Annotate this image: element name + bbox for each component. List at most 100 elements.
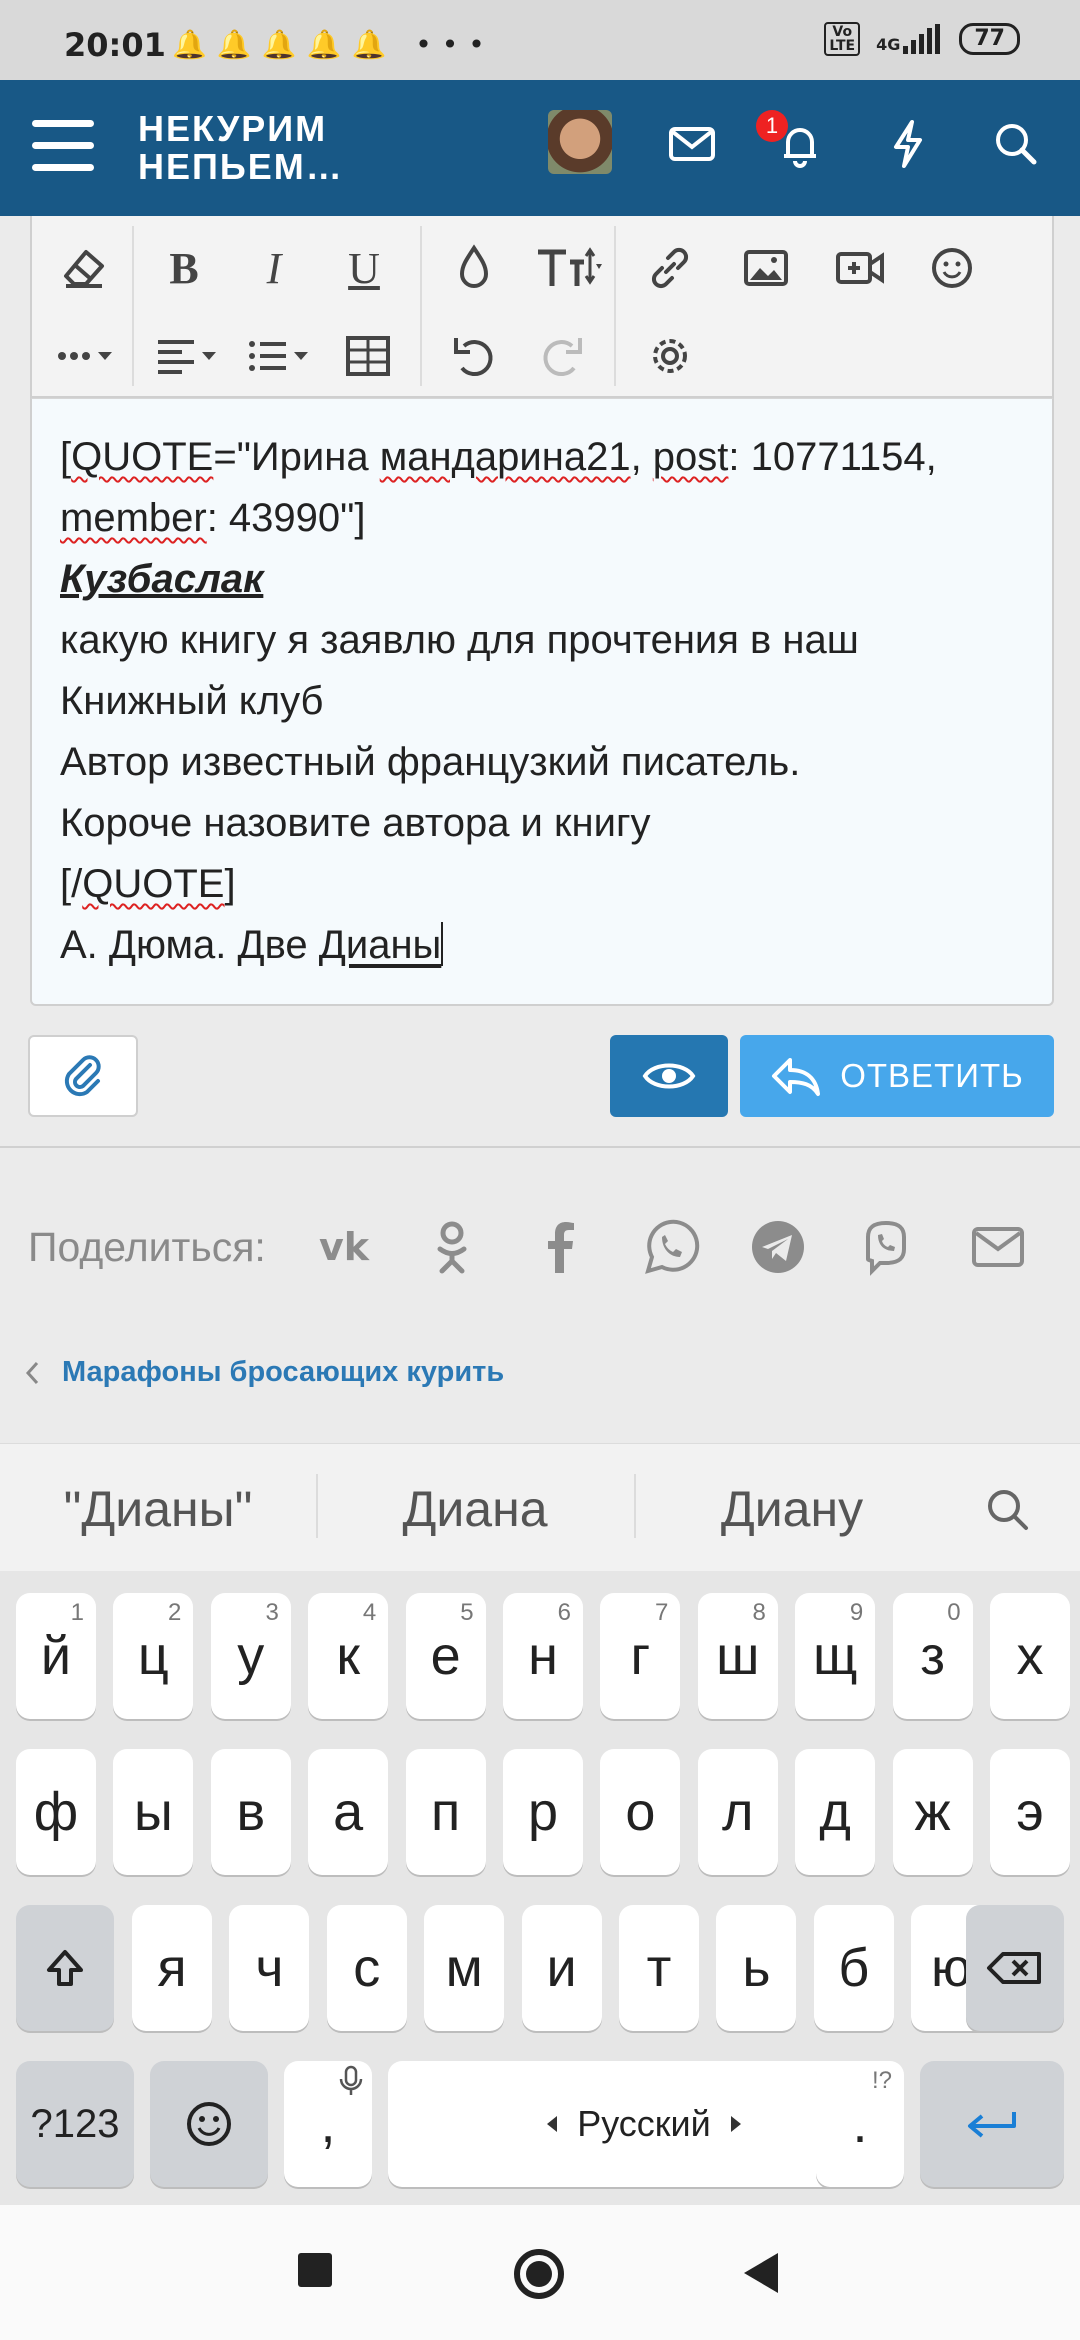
- whatsapp-icon[interactable]: [638, 1215, 702, 1279]
- suggestion-3[interactable]: Диану: [652, 1480, 932, 1538]
- period-key[interactable]: .!?: [816, 2061, 904, 2187]
- signal-icon: [903, 24, 941, 54]
- paperclip-icon: [64, 1055, 101, 1097]
- backspace-key[interactable]: [966, 1905, 1064, 2031]
- breadcrumb[interactable]: Марафоны бросающих курить: [24, 1356, 504, 1389]
- underline-button[interactable]: U: [334, 238, 394, 298]
- key-н[interactable]: н6: [503, 1593, 583, 1719]
- emoji-key[interactable]: [150, 2061, 268, 2187]
- attach-button[interactable]: [28, 1035, 138, 1117]
- key-в[interactable]: в: [210, 1749, 291, 1875]
- key-с[interactable]: с: [326, 1905, 407, 2031]
- key-hint: 1: [70, 1599, 84, 1626]
- key-ы[interactable]: ы: [113, 1749, 194, 1875]
- odnoklassniki-icon[interactable]: [420, 1215, 484, 1279]
- list-icon[interactable]: [242, 326, 318, 386]
- microphone-icon: [339, 2065, 363, 2095]
- back-button[interactable]: [744, 2253, 778, 2293]
- navigation-bar: [0, 2205, 1080, 2340]
- facebook-icon[interactable]: [528, 1215, 592, 1279]
- key-ь[interactable]: ь: [716, 1905, 797, 2031]
- home-button[interactable]: [514, 2249, 564, 2299]
- bold-button[interactable]: B: [154, 238, 214, 298]
- color-drop-icon[interactable]: [444, 238, 504, 298]
- comma-key[interactable]: ,: [284, 2061, 372, 2187]
- key-ц[interactable]: ц2: [113, 1593, 194, 1719]
- italic-button[interactable]: I: [244, 238, 304, 298]
- key-м[interactable]: м: [424, 1905, 505, 2031]
- recents-button[interactable]: [298, 2253, 332, 2287]
- key-hint: 3: [265, 1599, 279, 1626]
- key-hint: 8: [752, 1599, 766, 1626]
- key-е[interactable]: е5: [405, 1593, 486, 1719]
- key-г[interactable]: г7: [600, 1593, 681, 1719]
- key-ж[interactable]: ж: [892, 1749, 973, 1875]
- shift-key[interactable]: [16, 1905, 114, 2031]
- key-а[interactable]: а: [308, 1749, 389, 1875]
- viber-icon[interactable]: [854, 1215, 918, 1279]
- font-size-icon[interactable]: [532, 238, 608, 298]
- table-icon[interactable]: [338, 326, 398, 386]
- message-editor[interactable]: [QUOTE="Ирина мандарина21, post: 1077115…: [30, 398, 1054, 1006]
- key-т[interactable]: т: [619, 1905, 699, 2031]
- lightning-icon[interactable]: [878, 114, 938, 174]
- divider: [0, 1146, 1080, 1148]
- key-у[interactable]: у3: [210, 1593, 291, 1719]
- symbols-key[interactable]: ?123: [16, 2061, 134, 2187]
- key-р[interactable]: р: [503, 1749, 583, 1875]
- volte-icon: Vo LTE: [824, 22, 861, 56]
- key-к[interactable]: к4: [308, 1593, 389, 1719]
- suggestion-1[interactable]: "Дианы": [18, 1480, 298, 1538]
- eye-icon: [642, 1063, 696, 1089]
- key-х[interactable]: х: [990, 1593, 1070, 1719]
- key-ф[interactable]: ф: [16, 1749, 96, 1875]
- vk-icon[interactable]: vk: [312, 1215, 376, 1279]
- mail-icon[interactable]: [966, 1215, 1030, 1279]
- more-options-icon[interactable]: [50, 326, 120, 386]
- key-о[interactable]: о: [600, 1749, 681, 1875]
- gear-icon[interactable]: [640, 326, 700, 386]
- quote-text-3: Короче назовите автора и книгу: [60, 801, 651, 845]
- site-logo[interactable]: НЕКУРИМ НЕПЬЕМ…: [138, 110, 344, 186]
- key-ч[interactable]: ч: [229, 1905, 310, 2031]
- key-з[interactable]: з0: [892, 1593, 973, 1719]
- image-icon[interactable]: [736, 238, 796, 298]
- eraser-icon[interactable]: [54, 238, 114, 298]
- key-п[interactable]: п: [405, 1749, 486, 1875]
- search-icon[interactable]: [980, 1482, 1036, 1538]
- suggestion-2[interactable]: Диана: [335, 1480, 615, 1538]
- redo-icon[interactable]: [532, 326, 592, 386]
- editor-toolbar: B I U: [30, 216, 1054, 398]
- search-icon[interactable]: [986, 114, 1046, 174]
- preview-button[interactable]: [610, 1035, 728, 1117]
- key-я[interactable]: я: [132, 1905, 212, 2031]
- key-д[interactable]: д: [795, 1749, 876, 1875]
- enter-key[interactable]: [920, 2061, 1064, 2187]
- key-и[interactable]: и: [521, 1905, 602, 2031]
- key-й[interactable]: й1: [16, 1593, 96, 1719]
- key-ш[interactable]: ш8: [697, 1593, 778, 1719]
- key-э[interactable]: э: [990, 1749, 1070, 1875]
- arrow-right-icon: [730, 2116, 741, 2132]
- video-icon[interactable]: [830, 238, 890, 298]
- backspace-icon: [987, 1952, 1041, 1984]
- arrow-left-icon: [547, 2116, 558, 2132]
- mail-icon[interactable]: [662, 114, 722, 174]
- avatar[interactable]: [548, 110, 612, 174]
- key-б[interactable]: б: [813, 1905, 894, 2031]
- reply-button[interactable]: ОТВЕТИТЬ: [740, 1035, 1054, 1117]
- chevron-left-icon: [25, 1361, 39, 1384]
- breadcrumb-link[interactable]: Марафоны бросающих курить: [62, 1356, 504, 1389]
- shift-icon: [47, 1950, 83, 1986]
- network-type: 4G: [876, 35, 901, 54]
- key-л[interactable]: л: [697, 1749, 778, 1875]
- emoji-icon[interactable]: [922, 238, 982, 298]
- align-icon[interactable]: [150, 326, 226, 386]
- quote-text-2: Автор известный французкий писатель.: [60, 740, 801, 784]
- link-icon[interactable]: [640, 238, 700, 298]
- undo-icon[interactable]: [444, 326, 504, 386]
- key-hint: 9: [849, 1599, 864, 1626]
- menu-icon[interactable]: [32, 120, 94, 172]
- key-щ[interactable]: щ9: [795, 1593, 876, 1719]
- telegram-icon[interactable]: [746, 1215, 810, 1279]
